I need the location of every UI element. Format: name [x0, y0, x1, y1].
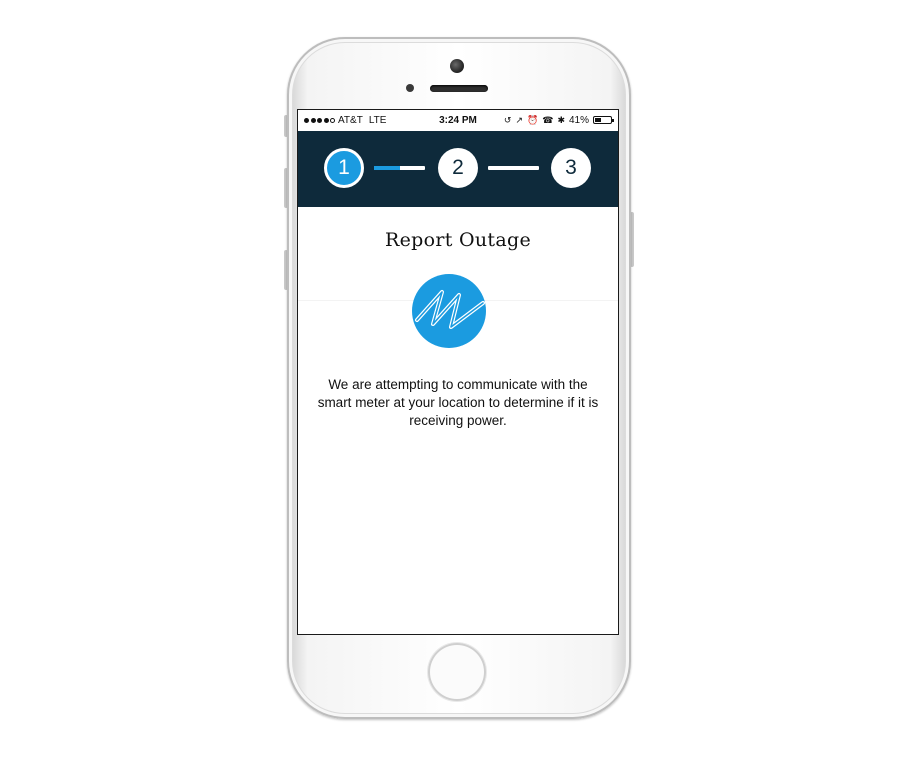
bluetooth-icon: ✱: [557, 115, 565, 125]
status-message: We are attempting to communicate with th…: [317, 377, 599, 428]
screen-lock-icon: ↺: [503, 115, 512, 125]
utility-logo-icon: [412, 274, 486, 348]
earpiece-speaker: [430, 85, 488, 92]
step-2-indicator: 2: [438, 148, 478, 188]
front-camera: [450, 59, 464, 73]
phone-screen: AT&T LTE 3:24 PM ↺ ↗ ⏰ ☎ ✱ 41% 1 2 3 Rep…: [297, 109, 619, 635]
step-connector-1-2: [374, 166, 425, 170]
step-1-indicator: 1: [324, 148, 364, 188]
step-3-indicator: 3: [551, 148, 591, 188]
tty-icon: ☎: [542, 115, 554, 125]
status-icons: ↺ ↗ ⏰ ☎ ✱ 41%: [503, 114, 614, 126]
battery-icon: [593, 116, 614, 124]
alarm-icon: ⏰: [527, 115, 539, 125]
step-connector-2-3: [488, 166, 539, 170]
proximity-sensor: [406, 84, 414, 92]
location-arrow-icon: ↗: [515, 115, 523, 125]
home-button[interactable]: [428, 643, 486, 701]
page-title: Report Outage: [385, 229, 531, 251]
step-connector-progress: [374, 166, 400, 170]
battery-percent: 41%: [568, 114, 589, 126]
status-bar: AT&T LTE 3:24 PM ↺ ↗ ⏰ ☎ ✱ 41%: [298, 110, 618, 131]
step-progress-bar: 1 2 3: [298, 131, 618, 207]
